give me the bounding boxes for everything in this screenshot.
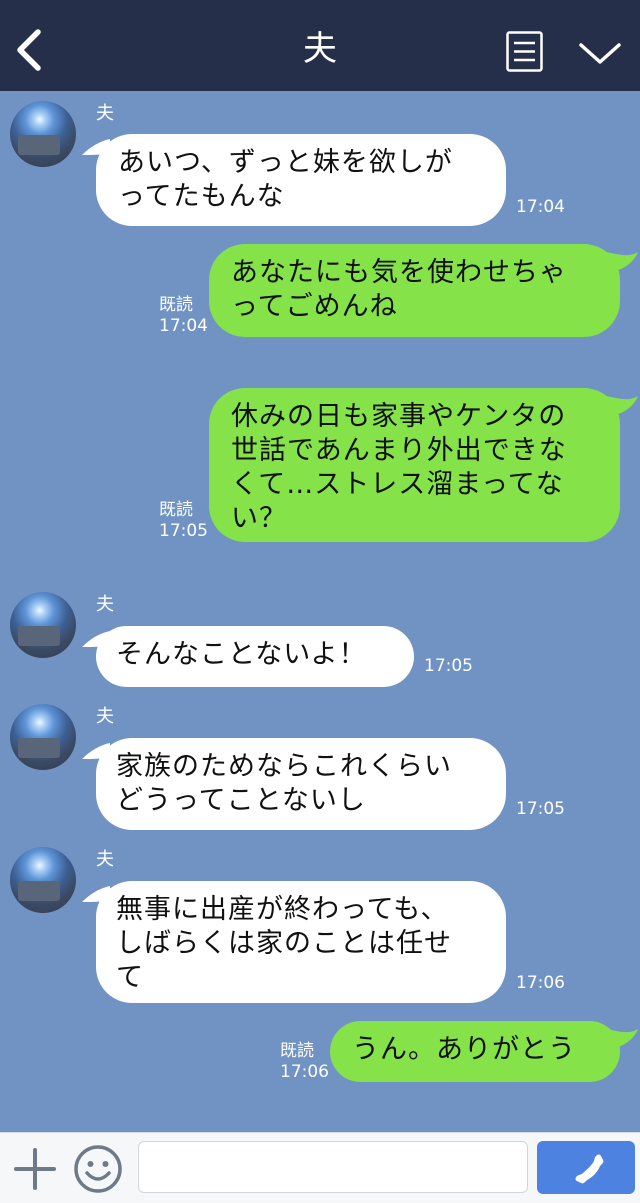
message-time: 17:05 — [159, 521, 208, 541]
plus-icon — [14, 1148, 56, 1190]
message-time: 17:04 — [159, 316, 208, 336]
read-receipt: 既読 — [159, 500, 193, 520]
message-time: 17:05 — [516, 799, 565, 819]
add-attachment-button[interactable] — [13, 1147, 57, 1191]
sender-name: 夫 — [96, 706, 114, 727]
phone-icon — [575, 1154, 604, 1184]
message-time: 17:06 — [280, 1062, 329, 1082]
message-time: 17:05 — [424, 656, 473, 676]
menu-list-icon — [506, 31, 543, 72]
message-bubble-outgoing[interactable]: 休みの日も家事やケンタの 世話であんまり外出できな くて…ストレス溜まってな い… — [209, 388, 620, 542]
chat-title: 夫 — [303, 29, 337, 69]
chat-header: 夫 — [0, 0, 640, 91]
message-input[interactable] — [138, 1141, 528, 1193]
avatar[interactable] — [10, 847, 76, 913]
sender-name: 夫 — [96, 103, 114, 124]
options-dropdown-button[interactable] — [576, 38, 624, 68]
menu-button[interactable] — [506, 31, 543, 72]
message-time: 17:04 — [516, 197, 565, 217]
read-receipt: 既読 — [280, 1041, 314, 1061]
bubble-tail — [606, 252, 638, 272]
emoji-button[interactable] — [72, 1143, 124, 1195]
message-bubble-incoming[interactable]: 無事に出産が終わっても、 しばらくは家のことは任せ て — [96, 881, 506, 1003]
message-bubble-incoming[interactable]: 家族のためならこれくらい どうってことないし — [96, 738, 506, 830]
avatar[interactable] — [10, 592, 76, 658]
read-receipt: 既読 — [159, 295, 193, 315]
bubble-tail — [606, 396, 638, 416]
message-input-bar — [0, 1132, 640, 1203]
message-bubble-outgoing[interactable]: あなたにも気を使わせちゃ ってごめんね — [209, 244, 620, 337]
avatar[interactable] — [10, 704, 76, 770]
message-bubble-incoming[interactable]: そんなことないよ！ — [96, 626, 414, 687]
smiley-icon — [74, 1145, 122, 1193]
avatar[interactable] — [10, 101, 76, 167]
message-bubble-incoming[interactable]: あいつ、ずっと妹を欲しが ってたもんな — [96, 134, 506, 226]
bubble-tail — [606, 1029, 638, 1049]
sender-name: 夫 — [96, 849, 114, 870]
message-bubble-outgoing[interactable]: うん。ありがとう — [330, 1021, 620, 1082]
call-button[interactable] — [537, 1141, 635, 1194]
chevron-down-icon — [579, 43, 621, 64]
message-time: 17:06 — [516, 973, 565, 993]
sender-name: 夫 — [96, 594, 114, 615]
